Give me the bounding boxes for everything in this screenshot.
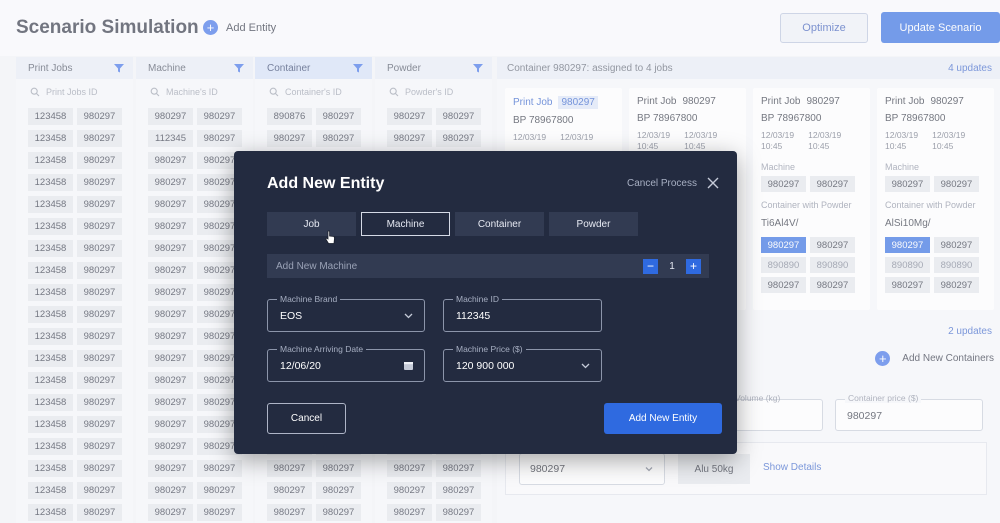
machine-price-select[interactable]: Machine Price ($) 120 900 000 — [443, 344, 602, 382]
add-entity-modal: Add New Entity Cancel Process Job Machin… — [234, 151, 737, 454]
calendar-icon[interactable] — [403, 360, 414, 371]
machine-arriving-date-value: 12/06/20 — [280, 360, 321, 372]
machine-id-label: Machine ID — [453, 294, 502, 304]
cancel-button[interactable]: Cancel — [267, 403, 346, 434]
chevron-down-icon — [581, 363, 590, 369]
add-new-entity-button[interactable]: Add New Entity — [604, 403, 722, 434]
tab-container[interactable]: Container — [455, 212, 544, 236]
tab-machine[interactable]: Machine — [361, 212, 450, 236]
machine-id-value: 112345 — [456, 310, 491, 322]
add-new-machine-bar[interactable]: Add New Machine − 1 + — [267, 254, 709, 278]
machine-id-field[interactable]: Machine ID 112345 — [443, 294, 602, 332]
machine-arriving-date-field[interactable]: Machine Arriving Date 12/06/20 — [267, 344, 425, 382]
machine-brand-value: EOS — [280, 310, 303, 322]
increment-button[interactable]: + — [686, 258, 701, 274]
machine-brand-label: Machine Brand — [277, 294, 341, 304]
entity-tabs: Job Machine Container Powder — [267, 212, 638, 236]
modal-title: Add New Entity — [267, 175, 385, 192]
tab-job[interactable]: Job — [267, 212, 356, 236]
cursor-icon — [325, 230, 335, 244]
decrement-button[interactable]: − — [643, 258, 658, 274]
machine-price-value: 120 900 000 — [456, 360, 515, 372]
tab-powder[interactable]: Powder — [549, 212, 638, 236]
machine-arriving-date-label: Machine Arriving Date — [277, 344, 367, 354]
chevron-down-icon — [404, 313, 413, 319]
machine-price-label: Machine Price ($) — [453, 344, 526, 354]
quantity-stepper: − 1 + — [643, 258, 701, 274]
cancel-process-button[interactable]: Cancel Process — [627, 177, 719, 189]
cancel-process-label: Cancel Process — [626, 177, 697, 189]
machine-brand-select[interactable]: Machine Brand EOS — [267, 294, 425, 332]
add-new-machine-label: Add New Machine — [276, 260, 358, 272]
quantity-value: 1 — [669, 260, 675, 272]
close-icon — [707, 177, 719, 189]
